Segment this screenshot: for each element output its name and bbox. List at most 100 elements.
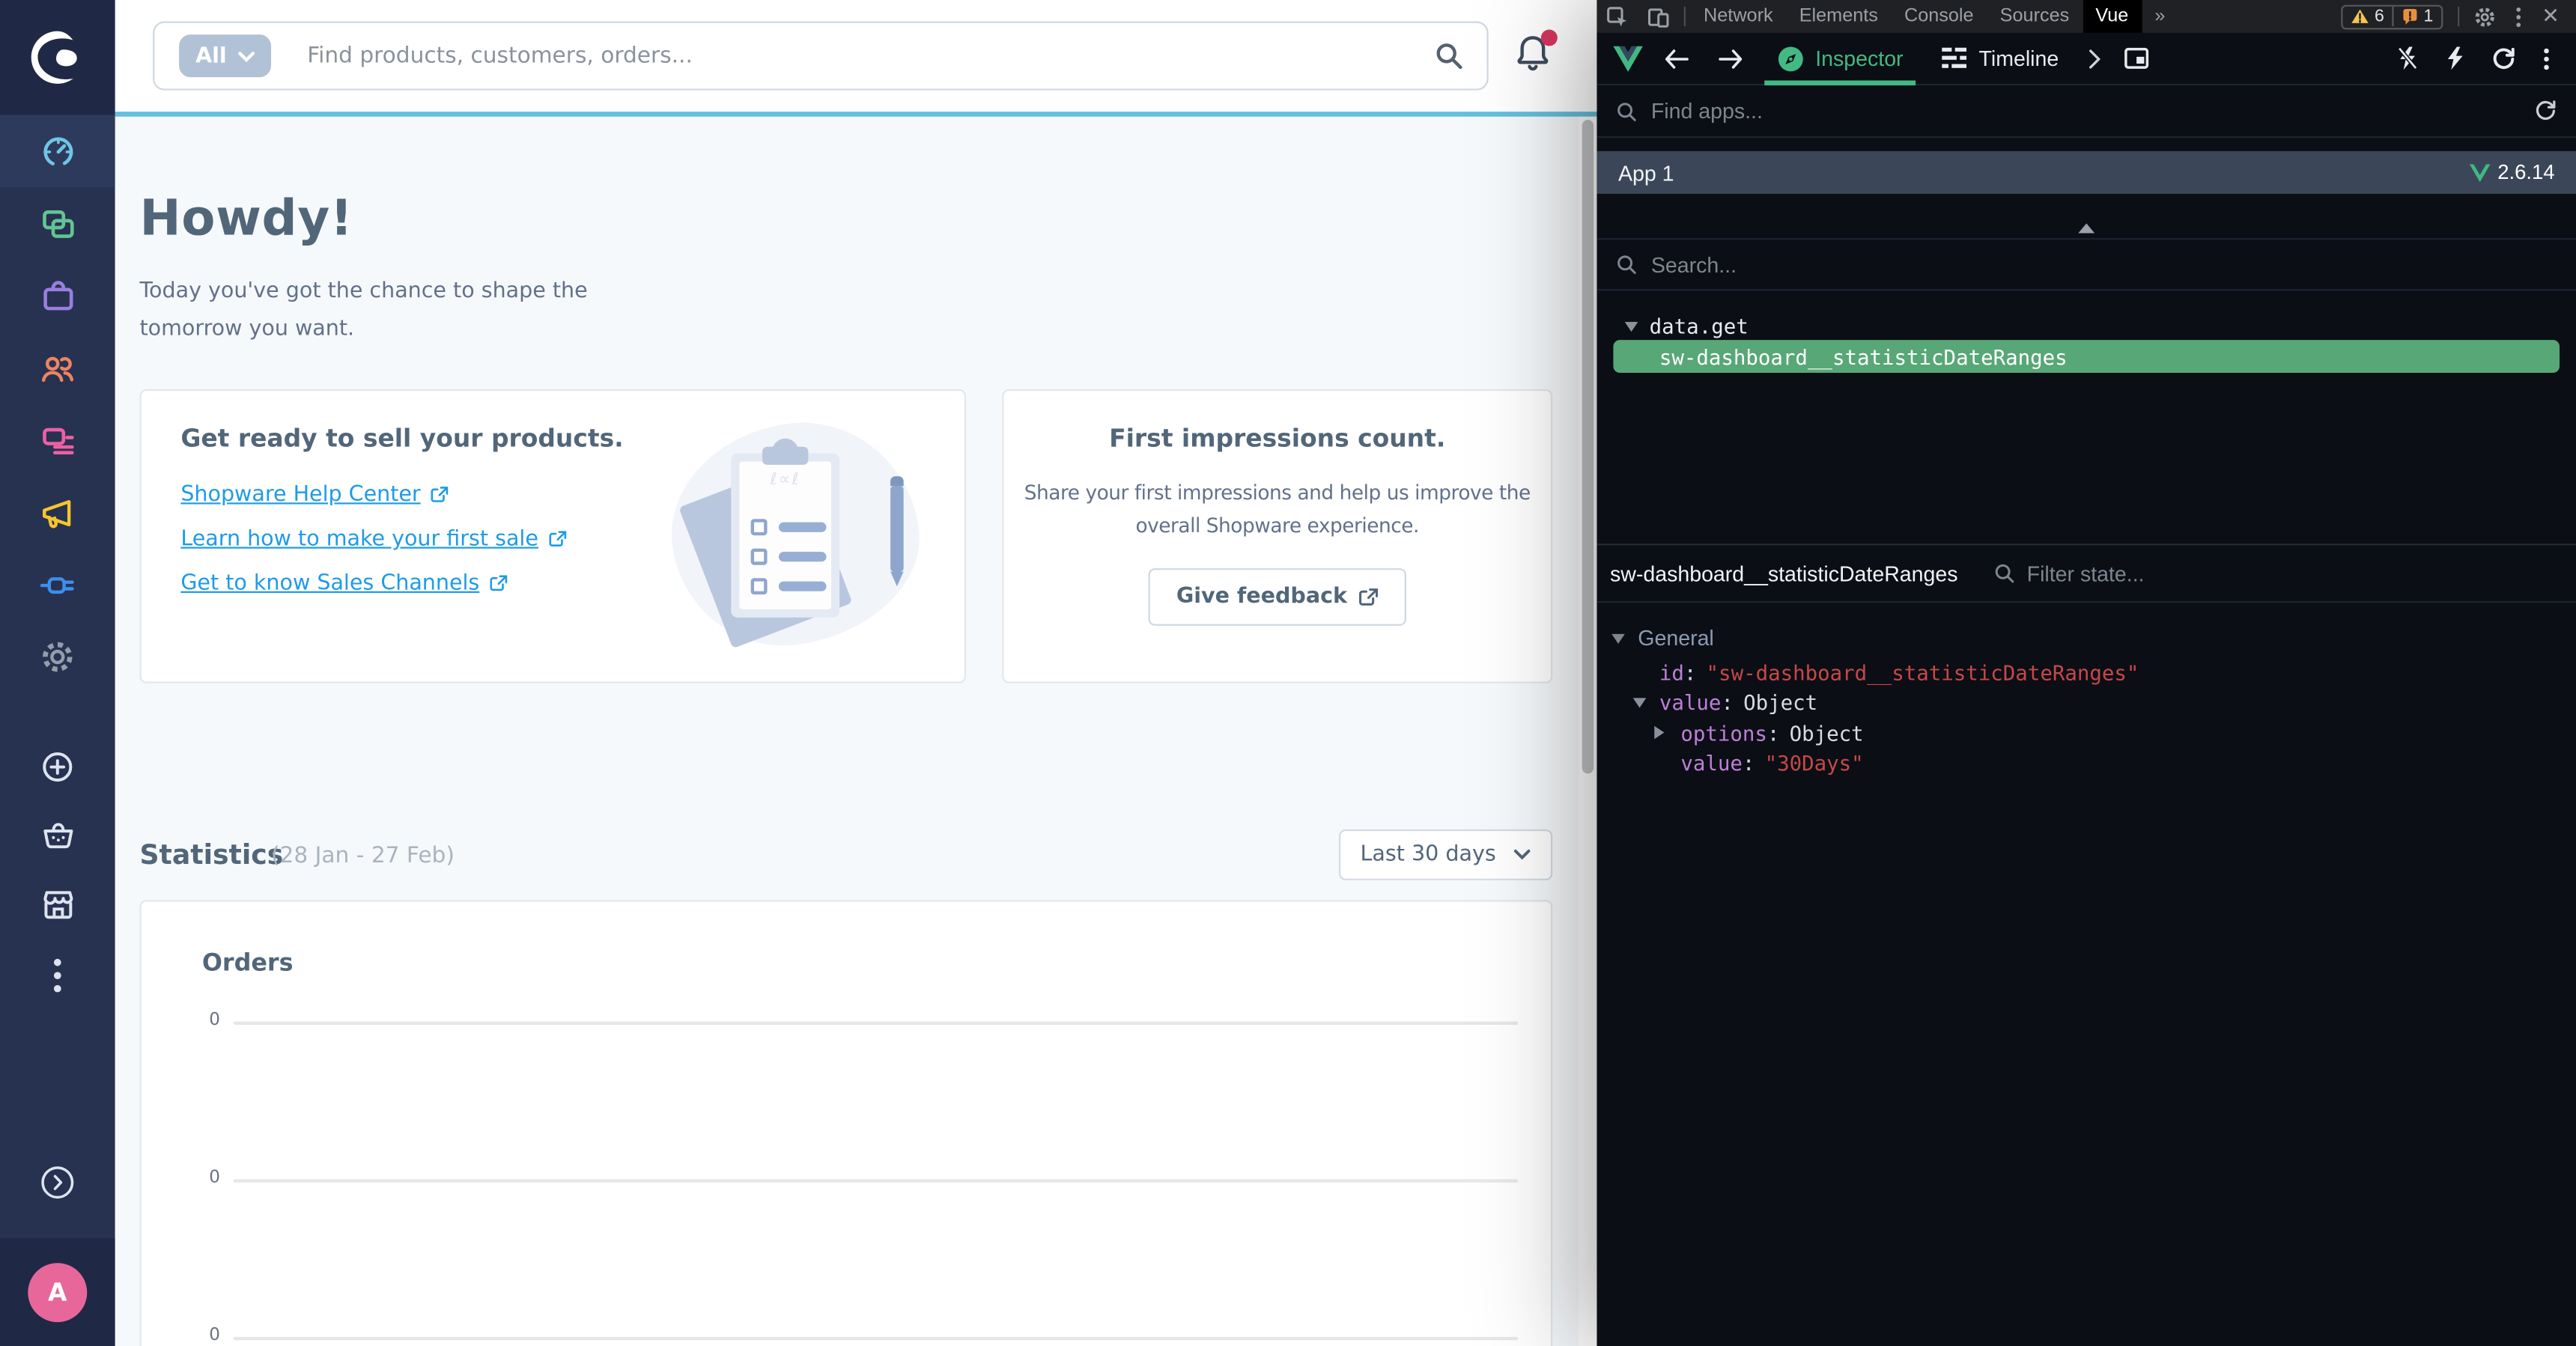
vue-app-row[interactable]: App 1 2.6.14 <box>1597 150 2576 194</box>
page-scrollbar[interactable] <box>1579 116 1597 1346</box>
sidebar-item-content[interactable] <box>0 404 115 477</box>
warning-triangle-icon <box>2352 9 2369 23</box>
sidebar-item-basket[interactable] <box>0 800 115 868</box>
vue-logo <box>1597 45 1649 71</box>
warnings-badge[interactable]: 6 <box>2343 7 2392 26</box>
search-icon[interactable] <box>1434 41 1463 70</box>
lightning-icon[interactable] <box>2446 46 2464 70</box>
back-arrow-icon[interactable] <box>1650 49 1704 68</box>
scrollbar-thumb[interactable] <box>1582 120 1594 774</box>
sidebar-item-extensions[interactable] <box>0 549 115 621</box>
date-range-dropdown[interactable]: Last 30 days <box>1339 829 1553 880</box>
chevron-down-icon <box>238 51 255 62</box>
content-icon <box>42 427 73 454</box>
popout-icon[interactable] <box>2111 47 2162 70</box>
expanded-caret-icon <box>1611 633 1625 643</box>
devtools-tab-bar: Network Elements Console Sources Vue » 6… <box>1597 0 2576 33</box>
tab-network[interactable]: Network <box>1691 0 1787 33</box>
search-icon <box>1617 102 1636 121</box>
avatar[interactable]: A <box>28 1263 88 1323</box>
collapsed-caret-icon[interactable] <box>1654 726 1665 740</box>
checklist-illustration: ℓ∝ℓ <box>657 407 933 660</box>
state-title: sw-dashboard__statisticDateRanges <box>1610 561 1958 586</box>
devtools-kebab-icon[interactable] <box>2506 6 2532 28</box>
shopware-logo[interactable] <box>0 0 115 115</box>
feedback-card-body: Share your first impressions and help us… <box>1024 481 1531 538</box>
state-section-general[interactable]: General <box>1597 603 2576 657</box>
global-search[interactable]: All Find products, customers, orders... <box>153 21 1489 91</box>
state-row-value[interactable]: value: Object <box>1597 687 2576 718</box>
gridline-row: 0 <box>142 1325 1551 1346</box>
sidebar-item-catalogues[interactable] <box>0 187 115 260</box>
device-toolbar-icon[interactable] <box>1638 0 1679 33</box>
notification-badge <box>1540 29 1558 46</box>
find-apps-row[interactable]: Find apps... <box>1597 85 2576 138</box>
user-menu[interactable]: A <box>0 1238 115 1346</box>
orders-chart-title: Orders <box>201 951 294 978</box>
vue-kebab-icon[interactable] <box>2543 47 2550 70</box>
tab-timeline[interactable]: Timeline <box>1923 32 2079 85</box>
notifications-button[interactable] <box>1513 29 1558 79</box>
tab-vue[interactable]: Vue <box>2082 0 2142 33</box>
sidebar-item-settings[interactable] <box>0 621 115 693</box>
expanded-caret-icon[interactable] <box>1632 697 1647 708</box>
sidebar-item-orders[interactable] <box>0 260 115 332</box>
state-row-value-30days[interactable]: value: "30Days" <box>1597 748 2576 779</box>
sell-products-card: Get ready to sell your products. Shopwar… <box>139 389 967 683</box>
state-row-id[interactable]: id: "sw-dashboard__statisticDateRanges" <box>1597 657 2576 688</box>
help-center-link[interactable]: Shopware Help Center <box>180 483 449 508</box>
search-filter-chip[interactable]: All <box>179 34 271 78</box>
sales-channels-link[interactable]: Get to know Sales Channels <box>180 571 507 596</box>
kebab-menu-icon <box>53 958 61 993</box>
selected-state-item[interactable]: sw-dashboard__statisticDateRanges <box>1613 340 2560 374</box>
flash-off-icon[interactable] <box>2397 46 2419 70</box>
statistics-date-range: (28 Jan - 27 Feb) <box>270 842 455 869</box>
search-placeholder: Search... <box>1650 252 1737 277</box>
external-link-icon <box>431 487 449 502</box>
tab-inspector[interactable]: Inspector <box>1758 32 1922 85</box>
plug-icon <box>40 576 74 593</box>
tree-group-data-get[interactable]: data.get <box>1624 314 1749 338</box>
feedback-card: First impressions count. Share your firs… <box>1002 389 1553 683</box>
header-accent-line <box>115 112 1597 117</box>
gridline-row: 0 <box>142 1168 1551 1191</box>
inspect-element-icon[interactable] <box>1597 0 1638 33</box>
sidebar-item-add[interactable] <box>0 734 115 800</box>
devtools-close-icon[interactable]: ✕ <box>2532 3 2569 29</box>
tab-console[interactable]: Console <box>1891 0 1987 33</box>
refresh-apps-icon[interactable] <box>2535 100 2557 122</box>
sidebar-item-storefront[interactable] <box>0 869 115 942</box>
inspector-target-icon <box>1778 46 1803 71</box>
forward-arrow-icon[interactable] <box>1704 49 1758 68</box>
filter-state-placeholder: Filter state... <box>2026 561 2145 586</box>
issues-badge[interactable]: 1 <box>2392 6 2441 27</box>
collapse-caret-icon[interactable] <box>2078 223 2095 234</box>
filter-state-input[interactable]: Filter state... <box>1994 561 2145 585</box>
external-link-icon <box>490 575 507 591</box>
shopware-admin: All Find products, customers, orders... … <box>0 0 1597 1346</box>
toolbar-chevron-icon[interactable] <box>2079 49 2112 68</box>
devtools-settings-icon[interactable] <box>2464 6 2506 28</box>
first-sale-link[interactable]: Learn how to make your first sale <box>180 527 566 552</box>
dashboard-icon <box>43 136 73 166</box>
devtools-panel: Network Elements Console Sources Vue » 6… <box>1597 0 2576 1346</box>
more-tabs-chevron[interactable]: » <box>2142 0 2178 33</box>
find-apps-placeholder: Find apps... <box>1650 98 1763 124</box>
sidebar-item-more[interactable] <box>0 941 115 1010</box>
refresh-icon[interactable] <box>2492 46 2515 70</box>
sidebar-item-customers[interactable] <box>0 332 115 404</box>
sidebar-expand-button[interactable] <box>0 1150 115 1216</box>
megaphone-icon <box>43 499 71 528</box>
tab-elements[interactable]: Elements <box>1786 0 1891 33</box>
gear-icon <box>43 642 73 672</box>
app-name: App 1 <box>1617 159 1674 185</box>
expanded-caret-icon[interactable] <box>1624 320 1638 332</box>
tab-sources[interactable]: Sources <box>1987 0 2083 33</box>
state-row-options[interactable]: options: Object <box>1597 718 2576 749</box>
state-inspector-panel: sw-dashboard__statisticDateRanges Filter… <box>1597 543 2576 779</box>
give-feedback-button[interactable]: Give feedback <box>1148 568 1406 626</box>
component-search-row[interactable]: Search... <box>1597 240 2576 291</box>
sidebar-item-marketing[interactable] <box>0 476 115 549</box>
sidebar-item-dashboard[interactable] <box>0 115 115 188</box>
orders-bag-icon <box>43 280 73 310</box>
